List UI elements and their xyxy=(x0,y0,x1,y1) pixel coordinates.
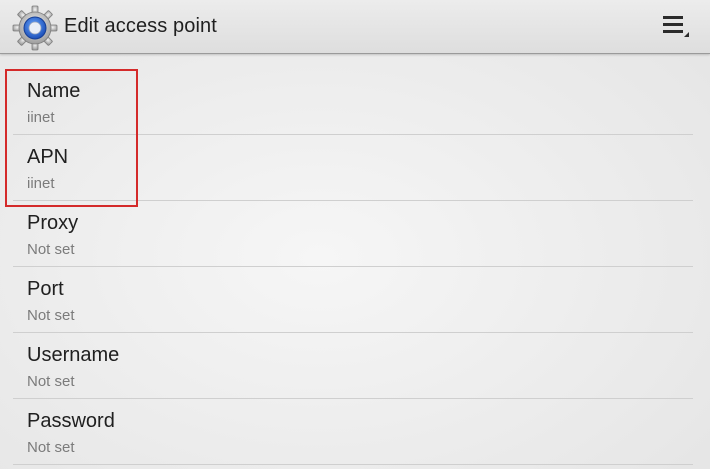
preference-title: Proxy xyxy=(27,212,79,234)
apn-preference[interactable]: APN iinet xyxy=(0,135,710,201)
preference-summary: Not set xyxy=(27,307,75,324)
port-preference[interactable]: Port Not set xyxy=(0,267,710,333)
preference-title: Port xyxy=(27,278,64,300)
preference-title: Password xyxy=(27,410,115,432)
preference-summary: iinet xyxy=(27,109,55,126)
username-preference[interactable]: Username Not set xyxy=(0,333,710,399)
action-bar: Edit access point xyxy=(0,0,710,54)
password-preference[interactable]: Password Not set xyxy=(0,399,710,465)
page-title: Edit access point xyxy=(64,15,217,37)
preference-title: APN xyxy=(27,146,69,168)
name-preference[interactable]: Name iinet xyxy=(0,55,710,135)
apn-settings-list: Name iinet APN iinet Proxy Not set Port … xyxy=(0,55,710,465)
preference-title: Username xyxy=(27,344,120,366)
preference-title: Name xyxy=(27,80,81,102)
proxy-preference[interactable]: Proxy Not set xyxy=(0,201,710,267)
preference-summary: iinet xyxy=(27,175,55,192)
overflow-menu-icon[interactable] xyxy=(656,10,692,44)
settings-gear-icon[interactable] xyxy=(12,5,58,51)
preference-summary: Not set xyxy=(27,439,75,456)
preference-summary: Not set xyxy=(27,241,75,258)
preference-summary: Not set xyxy=(27,373,75,390)
